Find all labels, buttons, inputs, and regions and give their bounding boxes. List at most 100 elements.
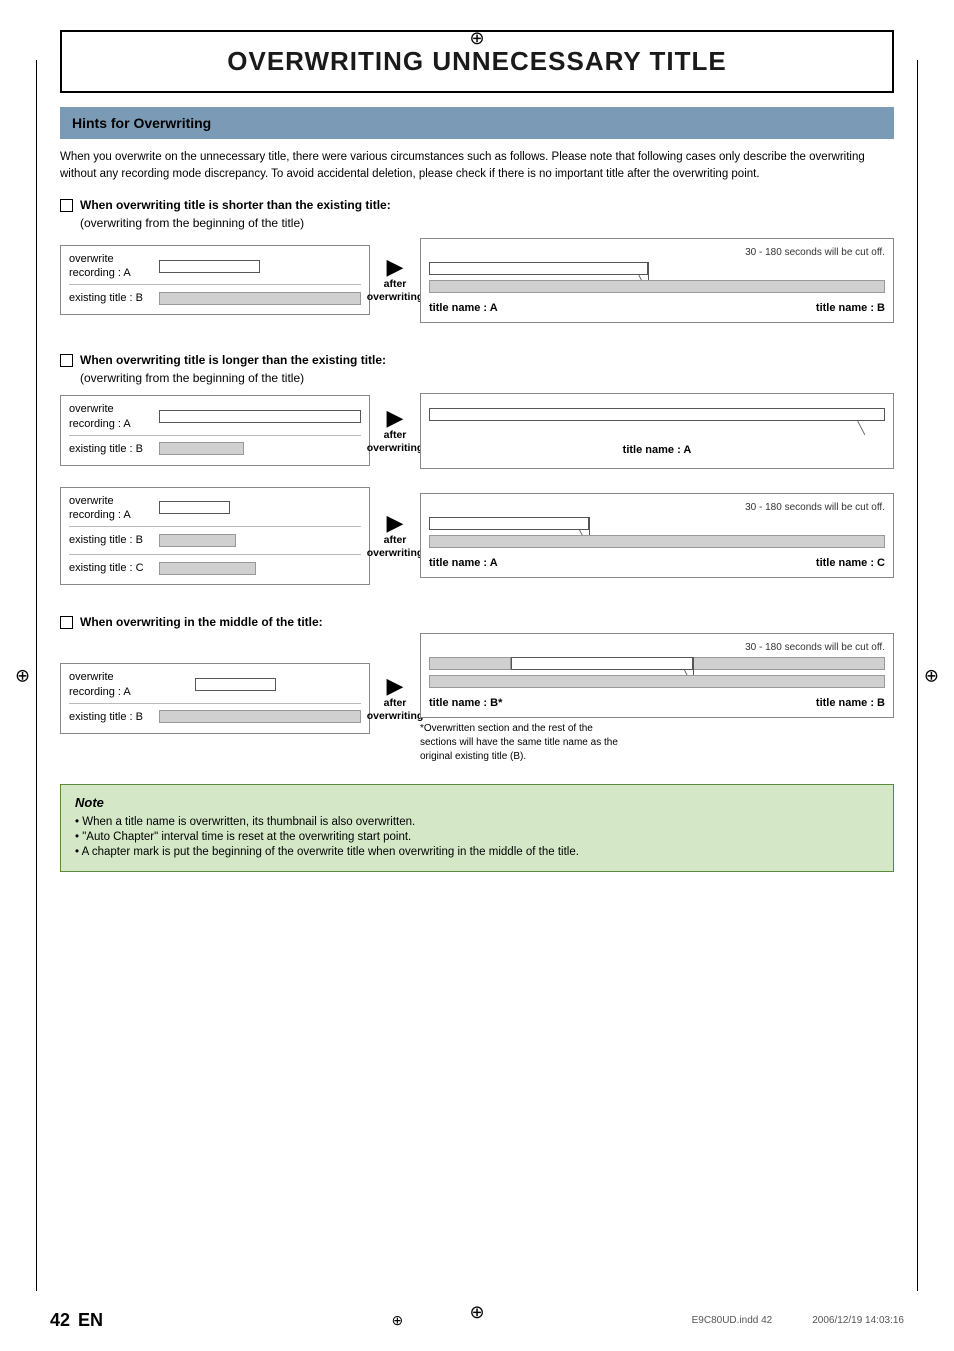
diag2b-arrow-label: afteroverwriting (367, 534, 424, 559)
diag3-row1: overwriterecording : A (69, 670, 361, 699)
diag2b-bar3 (159, 558, 361, 578)
side-line-right (917, 60, 918, 1291)
reg-mark-left: ⊕ (15, 665, 30, 686)
subsection3-text: When overwriting in the middle of the ti… (80, 615, 323, 629)
diag2b-bars-wrapper: ╲ title name : A title name : C (429, 517, 885, 569)
diag1-row2: existing title : B (69, 288, 361, 308)
diag1-arrow: ▶ afteroverwriting (370, 256, 420, 303)
diag1-bar-bottom (429, 280, 885, 293)
intro-text: When you overwrite on the unnecessary ti… (60, 149, 894, 184)
diag2-label1: overwriterecording : A (69, 402, 159, 431)
diag2-bar2-inner (159, 442, 244, 455)
diag2b-bar3-inner (159, 562, 256, 575)
diag3-arrow: ▶ afteroverwriting (370, 675, 420, 722)
diag2-row2: existing title : B (69, 439, 361, 459)
diag3-left: overwriterecording : A existing title : … (60, 663, 370, 734)
checkbox1 (60, 199, 73, 212)
subsection1-sub: (overwriting from the beginning of the t… (80, 216, 894, 230)
diag1-arrow-icon: ▶ (387, 256, 404, 278)
subsection1-label: When overwriting title is shorter than t… (60, 198, 894, 212)
diag2b-title-a: title name : A (429, 557, 498, 569)
diag3-arrow-label: afteroverwriting (367, 697, 424, 722)
diag3-title-b-star: title name : B* (429, 697, 502, 709)
diag2-left: overwriterecording : A existing title : … (60, 395, 370, 466)
diag1-bar2 (159, 288, 361, 308)
diagram2b: overwriterecording : A existing title : … (60, 487, 894, 586)
diag3-arrow-icon: ▶ (387, 675, 404, 697)
diag3-right: 30 - 180 seconds will be cut off. ╲ (420, 633, 894, 718)
diag2-arrow: ▶ afteroverwriting (370, 407, 420, 454)
diag2-bar1 (159, 407, 361, 427)
diag3-bar2 (159, 707, 361, 727)
diag1-cut-note: 30 - 180 seconds will be cut off. (429, 247, 885, 258)
diag2-title-a: title name : A (623, 444, 692, 456)
footer-reg: ⊕ (391, 1312, 403, 1329)
diag2-arrow-icon: ▶ (387, 407, 404, 429)
footer-date: 2006/12/19 14:03:16 (812, 1315, 904, 1326)
footer-page-area: 42 EN (50, 1310, 103, 1331)
diag1-bar-top (429, 262, 648, 275)
diag2b-bar2 (159, 530, 361, 550)
diag1-left: overwriterecording : A existing title : … (60, 245, 370, 316)
diag2-row1: overwriterecording : A (69, 402, 361, 431)
reg-mark-top: ⊕ (469, 28, 484, 49)
note-title: Note (75, 795, 879, 810)
diag1-bar1 (159, 256, 361, 276)
diag2b-bar1 (159, 498, 361, 518)
diag2b-arrow: ▶ afteroverwriting (370, 512, 420, 559)
diag2-bar-top (429, 408, 885, 421)
diagram1: overwriterecording : A existing title : … (60, 238, 894, 323)
reg-mark-right: ⊕ (924, 665, 939, 686)
diag2b-row1: overwriterecording : A (69, 494, 361, 523)
diag2b-label3: existing title : C (69, 561, 159, 575)
subsection3-label: When overwriting in the middle of the ti… (60, 615, 894, 629)
diag2b-arrow-icon: ▶ (387, 512, 404, 534)
diag1-title-a: title name : A (429, 302, 498, 314)
diag2-bar2 (159, 439, 361, 459)
diag2b-row3: existing title : C (69, 558, 361, 578)
diag2b-bar-top (429, 517, 589, 530)
diag1-right: 30 - 180 seconds will be cut off. ╲ titl… (420, 238, 894, 323)
diag1-title-b: title name : B (816, 302, 885, 314)
diag1-label1: overwriterecording : A (69, 252, 159, 281)
footer-filename: E9C80UD.indd 42 (692, 1315, 773, 1326)
diag1-arrow-label: afteroverwriting (367, 278, 424, 303)
diagram2: overwriterecording : A existing title : … (60, 393, 894, 469)
footer: 42 EN ⊕ E9C80UD.indd 42 2006/12/19 14:03… (50, 1310, 904, 1331)
diag2b-left: overwriterecording : A existing title : … (60, 487, 370, 586)
diag3-cut-note: 30 - 180 seconds will be cut off. (429, 642, 885, 653)
diag3-bar1-inner (195, 678, 276, 691)
diag2b-cut-note: 30 - 180 seconds will be cut off. (429, 502, 885, 513)
subsection2-text: When overwriting title is longer than th… (80, 353, 386, 367)
subsection1-text: When overwriting title is shorter than t… (80, 198, 391, 212)
diag2-bars-wrapper: ╲ title name : A (429, 408, 885, 460)
section-header: Hints for Overwriting (60, 107, 894, 139)
diag1-bars-wrapper: ╲ title name : A title name : B (429, 262, 885, 314)
diag2-slash: ╲ (858, 421, 865, 435)
diag3-bar-bottom (429, 675, 885, 688)
diag2-bar1-inner (159, 410, 361, 423)
diag2-arrow-label: afteroverwriting (367, 429, 424, 454)
subsection2-sub: (overwriting from the beginning of the t… (80, 371, 894, 385)
diag3-bar-mid (511, 657, 693, 670)
diag3-title-b: title name : B (816, 697, 885, 709)
diagram3: overwriterecording : A existing title : … (60, 633, 894, 764)
diag3-label2: existing title : B (69, 710, 159, 724)
diag3-bar1 (159, 675, 361, 695)
diag3-footnote: *Overwritten section and the rest of the… (420, 722, 620, 764)
diag2b-label1: overwriterecording : A (69, 494, 159, 523)
note-item1: • When a title name is overwritten, its … (75, 816, 879, 828)
diag2b-right: 30 - 180 seconds will be cut off. ╲ titl… (420, 493, 894, 578)
diag2b-bar2-inner (159, 534, 236, 547)
diag2-right: ╲ title name : A (420, 393, 894, 469)
diag3-bars-wrapper: ╲ title name : B* title name : B (429, 657, 885, 709)
diag3-label1: overwriterecording : A (69, 670, 159, 699)
diag3-right-wrapper: 30 - 180 seconds will be cut off. ╲ (420, 633, 894, 764)
diag3-bar2-inner (159, 710, 361, 723)
diag1-row1: overwriterecording : A (69, 252, 361, 281)
footer-page-num: 42 (50, 1310, 70, 1331)
diag1-label2: existing title : B (69, 291, 159, 305)
side-line-left (36, 60, 37, 1291)
diag2-label2: existing title : B (69, 442, 159, 456)
diag2b-title-c: title name : C (816, 557, 885, 569)
